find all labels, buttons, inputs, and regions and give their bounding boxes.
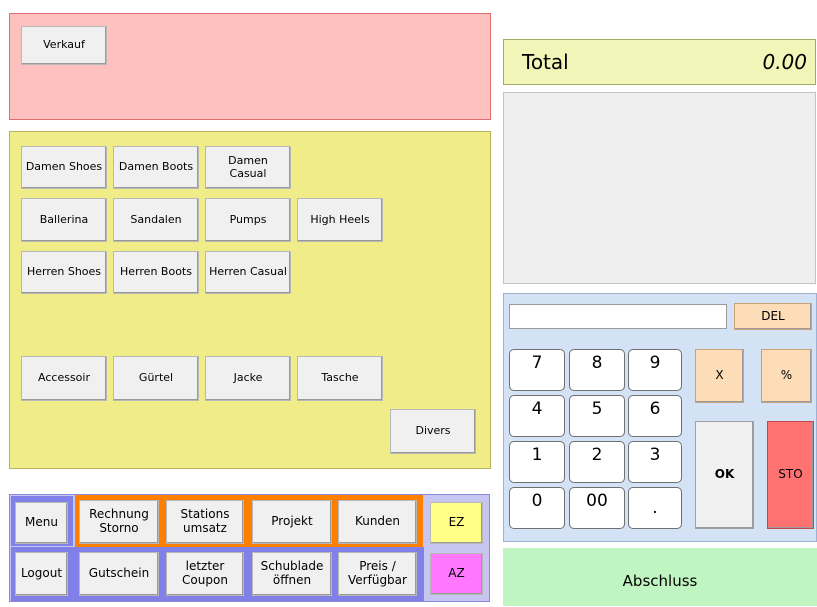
category-damen-casual[interactable]: Damen Casual bbox=[205, 146, 291, 189]
total-label: Total bbox=[522, 50, 569, 74]
total-value: 0.00 bbox=[762, 50, 807, 74]
del-button[interactable]: DEL bbox=[734, 303, 812, 330]
category-tasche[interactable]: Tasche bbox=[297, 356, 383, 401]
category-herren-casual[interactable]: Herren Casual bbox=[205, 251, 291, 294]
verkauf-button[interactable]: Verkauf bbox=[21, 26, 107, 65]
amount-input[interactable] bbox=[509, 304, 727, 329]
key-6[interactable]: 6 bbox=[628, 395, 682, 437]
preis-verfuegbar-button[interactable]: Preis / Verfügbar bbox=[338, 552, 417, 596]
letzter-coupon-button[interactable]: letzter Coupon bbox=[166, 552, 244, 596]
category-herren-boots[interactable]: Herren Boots bbox=[113, 251, 199, 294]
category-accessoir[interactable]: Accessoir bbox=[21, 356, 107, 401]
category-jacke[interactable]: Jacke bbox=[205, 356, 291, 401]
abschluss-button[interactable]: Abschluss bbox=[503, 548, 817, 606]
key-decimal[interactable]: . bbox=[628, 487, 682, 529]
menu-button[interactable]: Menu bbox=[15, 502, 68, 544]
rechnung-storno-button[interactable]: Rechnung Storno bbox=[79, 500, 159, 544]
category-divers[interactable]: Divers bbox=[390, 409, 476, 454]
key-1[interactable]: 1 bbox=[509, 441, 565, 483]
ok-button[interactable]: OK bbox=[695, 421, 754, 529]
key-4[interactable]: 4 bbox=[509, 395, 565, 437]
ez-button[interactable]: EZ bbox=[430, 502, 483, 544]
category-damen-boots[interactable]: Damen Boots bbox=[113, 146, 199, 189]
category-high-heels[interactable]: High Heels bbox=[297, 198, 383, 242]
key-0[interactable]: 0 bbox=[509, 487, 565, 529]
receipt-display bbox=[503, 92, 816, 284]
key-7[interactable]: 7 bbox=[509, 349, 565, 391]
kunden-button[interactable]: Kunden bbox=[338, 500, 417, 544]
percent-button[interactable]: % bbox=[761, 349, 812, 403]
key-5[interactable]: 5 bbox=[569, 395, 625, 437]
category-guertel[interactable]: Gürtel bbox=[113, 356, 199, 401]
sto-button[interactable]: STO bbox=[767, 421, 814, 529]
key-8[interactable]: 8 bbox=[569, 349, 625, 391]
projekt-button[interactable]: Projekt bbox=[252, 500, 332, 544]
category-ballerina[interactable]: Ballerina bbox=[21, 198, 107, 242]
az-button[interactable]: AZ bbox=[430, 553, 483, 595]
category-herren-shoes[interactable]: Herren Shoes bbox=[21, 251, 107, 294]
stations-umsatz-button[interactable]: Stations umsatz bbox=[166, 500, 244, 544]
category-damen-shoes[interactable]: Damen Shoes bbox=[21, 146, 107, 189]
schublade-oeffnen-button[interactable]: Schublade öffnen bbox=[252, 552, 332, 596]
logout-button[interactable]: Logout bbox=[15, 552, 68, 596]
category-pumps[interactable]: Pumps bbox=[205, 198, 291, 242]
key-2[interactable]: 2 bbox=[569, 441, 625, 483]
key-9[interactable]: 9 bbox=[628, 349, 682, 391]
key-3[interactable]: 3 bbox=[628, 441, 682, 483]
multiply-button[interactable]: X bbox=[695, 349, 744, 403]
total-display: Total 0.00 bbox=[503, 39, 816, 85]
category-sandalen[interactable]: Sandalen bbox=[113, 198, 199, 242]
key-00[interactable]: 00 bbox=[569, 487, 625, 529]
gutschein-button[interactable]: Gutschein bbox=[79, 552, 159, 596]
